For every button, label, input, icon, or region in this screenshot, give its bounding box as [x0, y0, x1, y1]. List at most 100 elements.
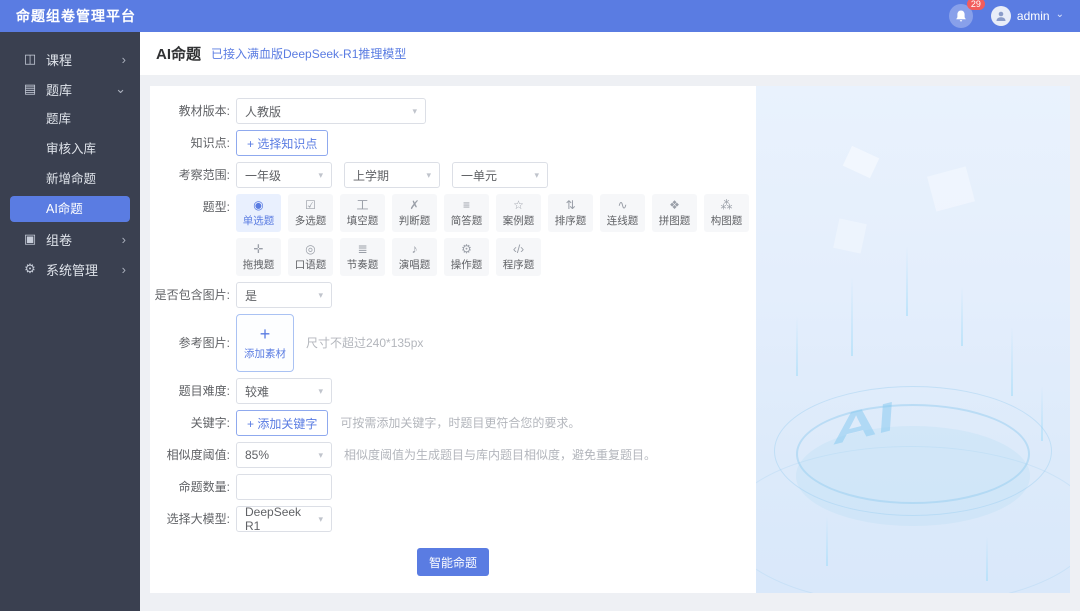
similarity-label: 相似度阈值:	[166, 448, 230, 462]
deco-shape	[842, 145, 880, 179]
code-icon: ‹/›	[512, 241, 525, 256]
select-knowledge-button[interactable]: + 选择知识点	[236, 130, 329, 156]
music-note-icon: ♪	[411, 241, 418, 256]
quantity-input[interactable]	[236, 474, 332, 500]
type-tile-short-answer[interactable]: ≡ 简答题	[444, 194, 489, 232]
select-arrow-icon: ▾	[426, 169, 431, 180]
type-tile-programming[interactable]: ‹/› 程序题	[496, 238, 541, 276]
select-arrow-icon: ▾	[318, 169, 323, 180]
similarity-select[interactable]: 85% ▾	[236, 442, 332, 468]
type-tile-fill-blank[interactable]: 工 填空题	[340, 194, 385, 232]
lines-icon: ≡	[462, 197, 470, 212]
person-icon	[996, 11, 1006, 21]
chevron-right-icon: ›	[121, 261, 126, 277]
type-tile-composition[interactable]: ⁂ 构图题	[704, 194, 749, 232]
chevron-right-icon: ›	[121, 231, 126, 247]
checkbox-icon: ☑	[305, 197, 316, 212]
form-row-scope: 考察范围: 一年级 ▾ 上学期 ▾ 一单元 ▾	[150, 162, 756, 188]
library-icon: ▤	[23, 81, 37, 96]
light-streak	[1011, 326, 1013, 396]
tool-icon: ⚙	[461, 241, 472, 256]
grade-select[interactable]: 一年级 ▾	[236, 162, 332, 188]
scope-label: 考察范围:	[178, 168, 230, 182]
form-row-types: 题型: ◉ 单选题 ☑ 多选题 工 填空题 ✗ 判断题 ≡ 简答题 ☆ 案例题 …	[150, 194, 756, 276]
textbook-select[interactable]: 人教版 ▾	[236, 98, 426, 124]
sidebar-item-ai-question[interactable]: AI命题	[10, 196, 130, 222]
puzzle-icon: ❖	[669, 197, 680, 212]
topbar-right: 29 admin ⌄	[948, 0, 1064, 28]
sidebar-item-paper-assembly[interactable]: ▣ 组卷 ›	[0, 224, 140, 254]
sort-arrows-icon: ⇅	[565, 197, 576, 212]
bell-icon	[956, 10, 966, 21]
include-image-label: 是否包含图片:	[154, 288, 230, 302]
form-row-textbook: 教材版本: 人教版 ▾	[150, 98, 756, 124]
sliders-icon: ≣	[357, 241, 368, 256]
type-tile-matching[interactable]: ∿ 连线题	[600, 194, 645, 232]
form-row-quantity: 命题数量:	[150, 474, 756, 500]
ai-illustration: AI	[756, 86, 1070, 593]
select-arrow-icon: ▾	[318, 513, 323, 524]
chevron-right-icon: ›	[121, 51, 126, 67]
connect-lines-icon: ∿	[617, 197, 628, 212]
unit-select[interactable]: 一单元 ▾	[452, 162, 548, 188]
app-root: 命题组卷管理平台 29 admin ⌄ ◫ 课程 › ▤ 题库 ⌄ 题库 审核入…	[0, 0, 1080, 611]
textbook-label: 教材版本:	[178, 104, 230, 118]
type-tile-single-choice[interactable]: ◉ 单选题	[236, 194, 281, 232]
sidebar-item-courses[interactable]: ◫ 课程 ›	[0, 44, 140, 74]
select-arrow-icon: ▾	[318, 449, 323, 460]
sidebar-item-question-bank-group[interactable]: ▤ 题库 ⌄	[0, 74, 140, 104]
form-row-model: 选择大模型: DeepSeek R1 ▾	[150, 505, 756, 533]
model-label: 选择大模型:	[166, 512, 230, 526]
question-type-grid: ◉ 单选题 ☑ 多选题 工 填空题 ✗ 判断题 ≡ 简答题 ☆ 案例题 ⇅ 排序…	[236, 194, 751, 276]
model-select[interactable]: DeepSeek R1 ▾	[236, 505, 332, 533]
type-tile-true-false[interactable]: ✗ 判断题	[392, 194, 437, 232]
select-arrow-icon: ▾	[318, 289, 323, 300]
ibeam-icon: 工	[356, 197, 369, 212]
top-header: 命题组卷管理平台 29 admin ⌄	[0, 0, 1080, 32]
sidebar-item-review-inbound[interactable]: 审核入库	[0, 134, 140, 164]
light-streak	[851, 276, 853, 356]
type-tile-puzzle[interactable]: ❖ 拼图题	[652, 194, 697, 232]
deco-shape	[833, 218, 867, 254]
chevron-down-icon: ⌄	[1055, 9, 1064, 20]
app-title: 命题组卷管理平台	[16, 8, 136, 24]
form-row-reference-image: 参考图片: + 添加素材 尺寸不超过240*135px	[150, 314, 756, 372]
type-tile-singing[interactable]: ♪ 演唱题	[392, 238, 437, 276]
form-row-knowledge: 知识点: + 选择知识点	[150, 130, 756, 156]
sidebar-item-question-bank[interactable]: 题库	[0, 104, 140, 134]
type-tile-ordering[interactable]: ⇅ 排序题	[548, 194, 593, 232]
type-tile-operation[interactable]: ⚙ 操作题	[444, 238, 489, 276]
include-image-select[interactable]: 是 ▾	[236, 282, 332, 308]
term-select[interactable]: 上学期 ▾	[344, 162, 440, 188]
similarity-hint: 相似度阈值为生成题目与库内题目相似度，避免重复题目。	[344, 448, 657, 462]
notification-button[interactable]: 29	[948, 0, 985, 28]
form-row-similarity: 相似度阈值: 85% ▾ 相似度阈值为生成题目与库内题目相似度，避免重复题目。	[150, 442, 756, 468]
type-tile-drag-drop[interactable]: ✛ 拖拽题	[236, 238, 281, 276]
type-tile-rhythm[interactable]: ≣ 节奏题	[340, 238, 385, 276]
gear-icon: ⚙	[24, 261, 36, 276]
type-tile-multi-choice[interactable]: ☑ 多选题	[288, 194, 333, 232]
select-arrow-icon: ▾	[412, 105, 417, 116]
difficulty-label: 题目难度:	[178, 384, 230, 398]
add-material-button[interactable]: + 添加素材	[236, 314, 294, 372]
deco-shape	[927, 166, 975, 212]
sidebar-item-system-management[interactable]: ⚙ 系统管理 ›	[0, 254, 140, 284]
sidebar-item-new-question[interactable]: 新增命题	[0, 164, 140, 194]
move-icon: ✛	[253, 241, 264, 256]
notification-badge: 29	[966, 0, 985, 10]
light-streak	[796, 316, 798, 376]
page-subtitle: 已接入满血版DeepSeek-R1推理模型	[211, 47, 407, 61]
smart-generate-button[interactable]: 智能命题	[417, 548, 489, 576]
light-streak	[961, 286, 963, 346]
plus-icon: +	[259, 324, 271, 344]
add-keyword-button[interactable]: + 添加关键字	[236, 410, 329, 436]
user-menu[interactable]: admin ⌄	[990, 6, 1064, 26]
type-tile-oral[interactable]: ◎ 口语题	[288, 238, 333, 276]
keywords-label: 关键字:	[190, 416, 230, 430]
avatar	[990, 6, 1011, 26]
difficulty-select[interactable]: 较难 ▾	[236, 378, 332, 404]
knowledge-label: 知识点:	[190, 136, 230, 150]
username: admin	[1016, 9, 1050, 23]
select-arrow-icon: ▾	[534, 169, 539, 180]
type-tile-case-study[interactable]: ☆ 案例题	[496, 194, 541, 232]
